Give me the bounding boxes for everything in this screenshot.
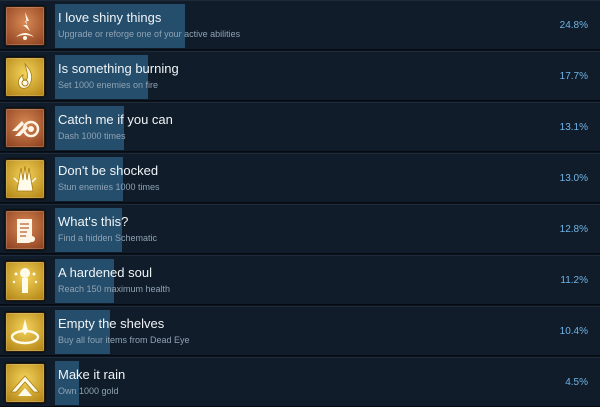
achievement-percent: 4.5% [565,377,588,388]
achievement-percent: 10.4% [559,326,588,337]
achievement-title: Don't be shocked [58,163,159,178]
achievement-row[interactable]: I love shiny things Upgrade or reforge o… [0,0,600,50]
achievement-row[interactable]: What's this? Find a hidden Schematic 12.… [0,204,600,254]
achievement-title: Is something burning [58,61,179,76]
achievement-description: Dash 1000 times [58,131,126,141]
achievement-percent: 17.7% [559,71,588,82]
achievement-row[interactable]: A hardened soul Reach 150 maximum health… [0,255,600,305]
achievement-percent: 11.2% [560,275,588,286]
shock-claw-icon [5,159,45,199]
lightning-rune-icon [5,6,45,46]
achievement-row[interactable]: Is something burning Set 1000 enemies on… [0,51,600,101]
achievement-description: Own 1000 gold [58,386,119,396]
achievement-title: What's this? [58,214,129,229]
achievement-percent: 13.0% [559,173,588,184]
gold-chevron-icon [5,363,45,403]
achievement-percent: 12.8% [559,224,588,235]
achievement-title: Make it rain [58,367,126,382]
achievement-row[interactable]: Empty the shelves Buy all four items fro… [0,306,600,356]
shop-ring-icon [5,312,45,352]
achievement-row[interactable]: Don't be shocked Stun enemies 1000 times… [0,153,600,203]
achievement-description: Reach 150 maximum health [58,284,171,294]
achievement-row[interactable]: Catch me if you can Dash 1000 times 13.1… [0,102,600,152]
achievement-title: A hardened soul [58,265,152,280]
achievement-title: Empty the shelves [58,316,165,331]
achievement-percent: 24.8% [559,20,588,31]
achievement-description: Buy all four items from Dead Eye [58,335,190,345]
scroll-icon [5,210,45,250]
achievement-title: I love shiny things [58,10,162,25]
flame-icon [5,57,45,97]
dash-icon [5,108,45,148]
achievement-row[interactable]: Make it rain Own 1000 gold 4.5% [0,357,600,407]
achievement-percent: 13.1% [559,122,588,133]
achievement-description: Set 1000 enemies on fire [58,80,159,90]
achievement-list: I love shiny things Upgrade or reforge o… [0,0,600,407]
achievement-description: Stun enemies 1000 times [58,182,160,192]
achievement-description: Upgrade or reforge one of your active ab… [58,29,241,39]
achievement-description: Find a hidden Schematic [58,233,158,243]
achievement-title: Catch me if you can [58,112,173,127]
soul-totem-icon [5,261,45,301]
